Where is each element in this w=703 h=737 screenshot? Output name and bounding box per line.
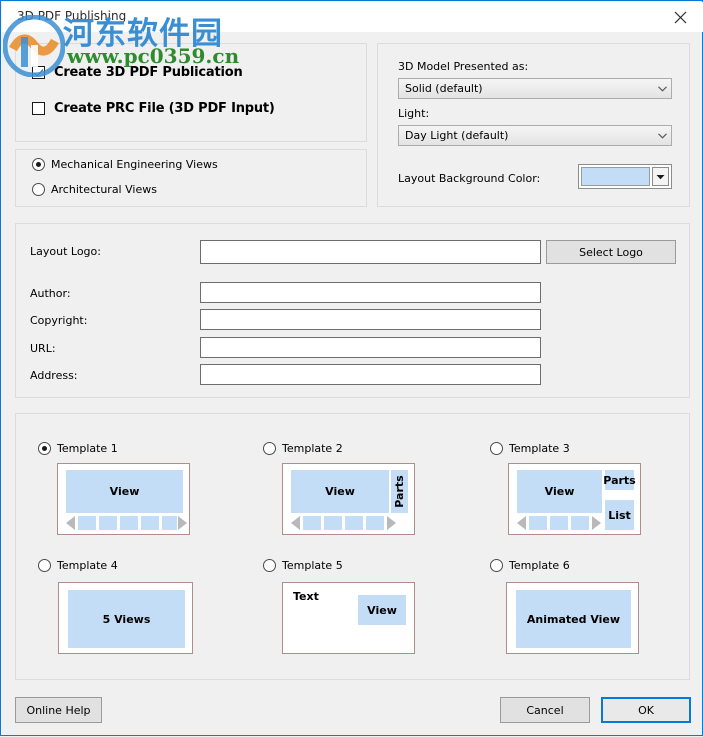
template-3-preview[interactable]: View Parts List	[508, 463, 641, 535]
thumbnail	[529, 516, 547, 530]
author-input[interactable]	[200, 282, 541, 303]
close-icon[interactable]	[658, 2, 703, 32]
template-1-label: Template 1	[57, 442, 118, 455]
background-color-swatch	[581, 167, 650, 186]
copyright-label: Copyright:	[30, 314, 88, 327]
thumbnail	[366, 516, 384, 530]
template-4-label: Template 4	[57, 559, 118, 572]
template-4-preview[interactable]: 5 Views	[58, 582, 193, 654]
ok-button[interactable]: OK	[601, 697, 691, 723]
thumbnail	[345, 516, 363, 530]
layout-logo-label: Layout Logo:	[30, 245, 101, 258]
template-2-preview[interactable]: View Parts	[282, 463, 415, 535]
address-label: Address:	[30, 369, 78, 382]
template-5-radio[interactable]	[263, 559, 276, 572]
chevron-down-icon	[654, 85, 671, 92]
create-3d-pdf-checkbox-row[interactable]: Create 3D PDF Publication	[32, 65, 243, 80]
window-title: 3D PDF Publishing	[17, 9, 127, 23]
template-2-label: Template 2	[282, 442, 343, 455]
template-2-radio-row[interactable]: Template 2	[263, 442, 343, 455]
architectural-views-radio[interactable]	[32, 183, 45, 196]
prev-arrow-icon	[517, 516, 526, 530]
url-label: URL:	[30, 342, 56, 355]
url-input[interactable]	[200, 337, 541, 358]
prev-arrow-icon	[291, 516, 300, 530]
layout-background-color-picker[interactable]	[578, 164, 672, 189]
create-3d-pdf-checkbox[interactable]	[32, 66, 45, 79]
template-5-label: Template 5	[282, 559, 343, 572]
mechanical-views-radio[interactable]	[32, 158, 45, 171]
mechanical-views-radio-row[interactable]: Mechanical Engineering Views	[32, 158, 218, 171]
chevron-down-icon	[654, 132, 671, 139]
presented-as-select[interactable]: Solid (default)	[398, 78, 672, 99]
template-6-label: Template 6	[509, 559, 570, 572]
color-dropdown-button[interactable]	[652, 167, 669, 186]
light-select[interactable]: Day Light (default)	[398, 125, 672, 146]
architectural-views-label: Architectural Views	[51, 183, 157, 196]
template-5-view-text: View	[367, 603, 397, 617]
thumbnail	[550, 516, 568, 530]
template-3-list-text: List	[608, 508, 631, 522]
template-4-radio[interactable]	[38, 559, 51, 572]
thumbnail	[141, 516, 159, 530]
thumbnail	[162, 516, 177, 530]
template-6-radio-row[interactable]: Template 6	[490, 559, 570, 572]
template-3-radio[interactable]	[490, 442, 503, 455]
presented-as-label: 3D Model Presented as:	[398, 60, 529, 73]
cancel-button[interactable]: Cancel	[500, 697, 590, 723]
next-arrow-icon	[387, 516, 396, 530]
create-prc-checkbox[interactable]	[32, 102, 45, 115]
create-3d-pdf-label: Create 3D PDF Publication	[54, 65, 243, 80]
author-label: Author:	[30, 287, 71, 300]
thumbnail	[571, 516, 589, 530]
next-arrow-icon	[592, 516, 601, 530]
mechanical-views-label: Mechanical Engineering Views	[51, 158, 218, 171]
select-logo-button[interactable]: Select Logo	[546, 240, 676, 264]
address-input[interactable]	[200, 364, 541, 385]
template-5-radio-row[interactable]: Template 5	[263, 559, 343, 572]
dialog-window: 3D PDF Publishing Create 3D PDF Publicat…	[0, 0, 703, 736]
template-5-text-text: Text	[293, 590, 319, 603]
template-6-view-text: Animated View	[526, 612, 621, 626]
layout-logo-input[interactable]	[200, 240, 541, 264]
create-prc-checkbox-row[interactable]: Create PRC File (3D PDF Input)	[32, 101, 275, 116]
template-3-view-text: View	[544, 485, 575, 498]
online-help-button[interactable]: Online Help	[15, 697, 102, 723]
template-1-preview[interactable]: View	[57, 463, 190, 535]
title-bar: 3D PDF Publishing	[2, 2, 703, 32]
thumbnail	[99, 516, 117, 530]
thumbnail	[324, 516, 342, 530]
light-label: Light:	[398, 107, 430, 120]
template-6-radio[interactable]	[490, 559, 503, 572]
template-2-radio[interactable]	[263, 442, 276, 455]
template-3-label: Template 3	[509, 442, 570, 455]
template-6-preview[interactable]: Animated View	[506, 582, 639, 654]
template-1-radio-row[interactable]: Template 1	[38, 442, 118, 455]
create-prc-label: Create PRC File (3D PDF Input)	[54, 101, 275, 116]
thumbnail	[120, 516, 138, 530]
thumbnail	[303, 516, 321, 530]
architectural-views-radio-row[interactable]: Architectural Views	[32, 183, 157, 196]
template-2-parts-text: Parts	[393, 475, 406, 508]
template-1-view-text: View	[109, 485, 140, 498]
template-1-radio[interactable]	[38, 442, 51, 455]
output-options-panel	[15, 43, 367, 142]
template-2-view-text: View	[325, 485, 355, 498]
layout-background-color-label: Layout Background Color:	[398, 172, 541, 185]
light-value: Day Light (default)	[405, 129, 509, 142]
template-3-parts-text: Parts	[603, 473, 636, 487]
thumbnail	[78, 516, 96, 530]
template-5-preview[interactable]: Text View	[282, 582, 415, 654]
template-4-view-text: 5 Views	[102, 612, 151, 626]
template-3-radio-row[interactable]: Template 3	[490, 442, 570, 455]
copyright-input[interactable]	[200, 309, 541, 330]
prev-arrow-icon	[66, 516, 75, 530]
next-arrow-icon	[178, 516, 187, 530]
template-4-radio-row[interactable]: Template 4	[38, 559, 118, 572]
presented-as-value: Solid (default)	[405, 82, 483, 95]
